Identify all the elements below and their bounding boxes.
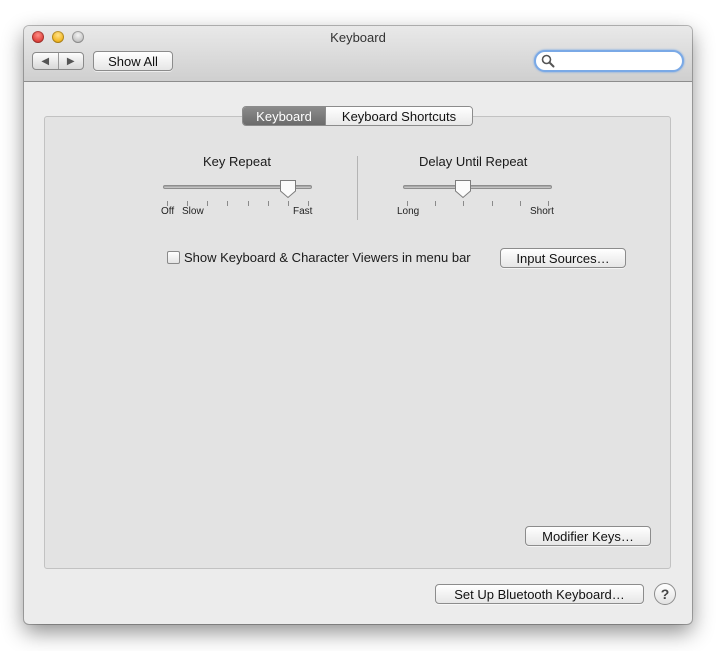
- back-forward-control: ◀ ▶: [32, 52, 84, 70]
- delay-until-repeat-slider-knob[interactable]: [454, 179, 472, 199]
- title-bar: Keyboard ◀ ▶ Show All: [24, 26, 692, 82]
- forward-arrow-icon: ▶: [66, 55, 75, 67]
- slider-tick: [519, 201, 521, 206]
- forward-button[interactable]: ▶: [57, 53, 84, 69]
- show-viewers-checkbox[interactable]: [167, 251, 180, 264]
- tab-keyboard[interactable]: Keyboard: [243, 107, 325, 125]
- delay-long-label: Long: [397, 206, 420, 217]
- key-repeat-slow-label: Slow: [182, 206, 204, 217]
- key-repeat-off-label: Off: [161, 206, 175, 217]
- key-repeat-slider-knob[interactable]: [279, 179, 297, 199]
- slider-tick: [435, 201, 437, 206]
- show-viewers-label[interactable]: Show Keyboard & Character Viewers in men…: [184, 250, 471, 265]
- search-icon: [541, 54, 555, 68]
- back-button[interactable]: ◀: [33, 53, 58, 69]
- key-repeat-fast-label: Fast: [293, 206, 313, 217]
- delay-until-repeat-label: Delay Until Repeat: [419, 154, 528, 169]
- slider-tick: [463, 201, 465, 206]
- help-button[interactable]: ?: [654, 583, 676, 605]
- show-all-button[interactable]: Show All: [93, 51, 173, 71]
- input-sources-button[interactable]: Input Sources…: [500, 248, 626, 268]
- tab-bar: Keyboard Keyboard Shortcuts: [242, 106, 473, 126]
- keyboard-preferences-window: Keyboard ◀ ▶ Show All Keyboard Keyboard …: [24, 26, 692, 624]
- slider-tick: [267, 201, 269, 206]
- back-arrow-icon: ◀: [41, 55, 50, 67]
- delay-until-repeat-slider-track[interactable]: [403, 185, 552, 189]
- slider-tick: [207, 201, 209, 206]
- search-field[interactable]: [534, 50, 684, 72]
- delay-short-label: Short: [530, 206, 554, 217]
- key-repeat-label: Key Repeat: [203, 154, 271, 169]
- slider-tick: [287, 201, 289, 206]
- section-divider: [357, 156, 358, 220]
- set-up-bluetooth-keyboard-button[interactable]: Set Up Bluetooth Keyboard…: [435, 584, 644, 604]
- window-title: Keyboard: [330, 30, 386, 45]
- slider-tick: [227, 201, 229, 206]
- tab-keyboard-shortcuts[interactable]: Keyboard Shortcuts: [325, 107, 472, 125]
- slider-tick: [491, 201, 493, 206]
- modifier-keys-button[interactable]: Modifier Keys…: [525, 526, 651, 546]
- slider-tick: [247, 201, 249, 206]
